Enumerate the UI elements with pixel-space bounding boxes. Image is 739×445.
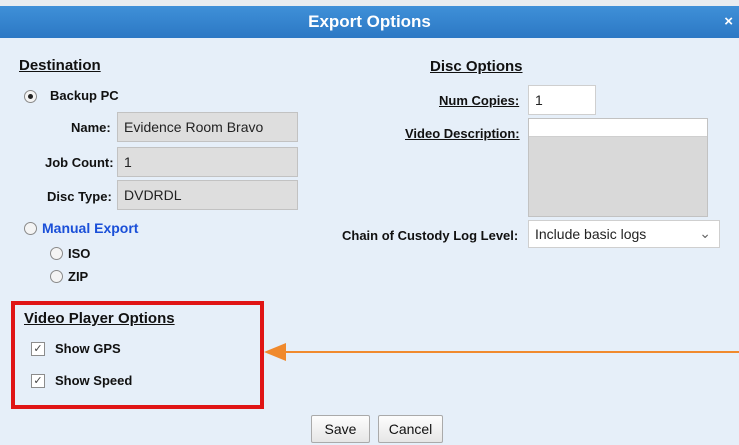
callout-arrow-icon <box>264 343 286 361</box>
highlight-box <box>11 301 264 409</box>
disc-type-label: Disc Type: <box>47 189 112 204</box>
close-icon[interactable]: × <box>724 13 733 30</box>
disc-options-heading: Disc Options <box>430 58 523 75</box>
chain-of-custody-label: Chain of Custody Log Level: <box>342 228 519 243</box>
destination-heading: Destination <box>19 57 101 74</box>
iso-label: ISO <box>68 246 91 261</box>
chain-of-custody-select[interactable]: Include basic logs ⌄ <box>528 220 720 248</box>
video-description-textarea[interactable] <box>528 118 708 217</box>
name-field[interactable]: Evidence Room Bravo <box>117 112 298 142</box>
zip-label: ZIP <box>68 269 89 284</box>
manual-export-link[interactable]: Manual Export <box>42 220 138 236</box>
save-button[interactable]: Save <box>311 415 370 443</box>
chain-of-custody-value: Include basic logs <box>535 226 647 242</box>
num-copies-label: Num Copies: <box>439 93 520 108</box>
iso-radio[interactable] <box>50 247 63 260</box>
disc-type-field[interactable]: DVDRDL <box>117 180 298 210</box>
job-count-field[interactable]: 1 <box>117 147 298 177</box>
chevron-down-icon: ⌄ <box>699 225 711 241</box>
backup-pc-label: Backup PC <box>50 88 119 103</box>
zip-radio[interactable] <box>50 270 63 283</box>
video-description-label: Video Description: <box>405 126 520 141</box>
manual-export-radio[interactable] <box>24 222 37 235</box>
dialog-title: Export Options <box>308 12 431 31</box>
dialog-title-bar: Export Options × <box>0 6 739 38</box>
video-description-input-line[interactable] <box>529 119 707 137</box>
backup-pc-radio[interactable] <box>24 90 37 103</box>
num-copies-input[interactable]: 1 <box>528 85 596 115</box>
job-count-label: Job Count: <box>45 155 114 170</box>
callout-arrow-line <box>284 351 739 353</box>
cancel-button[interactable]: Cancel <box>378 415 443 443</box>
name-label: Name: <box>71 120 111 135</box>
